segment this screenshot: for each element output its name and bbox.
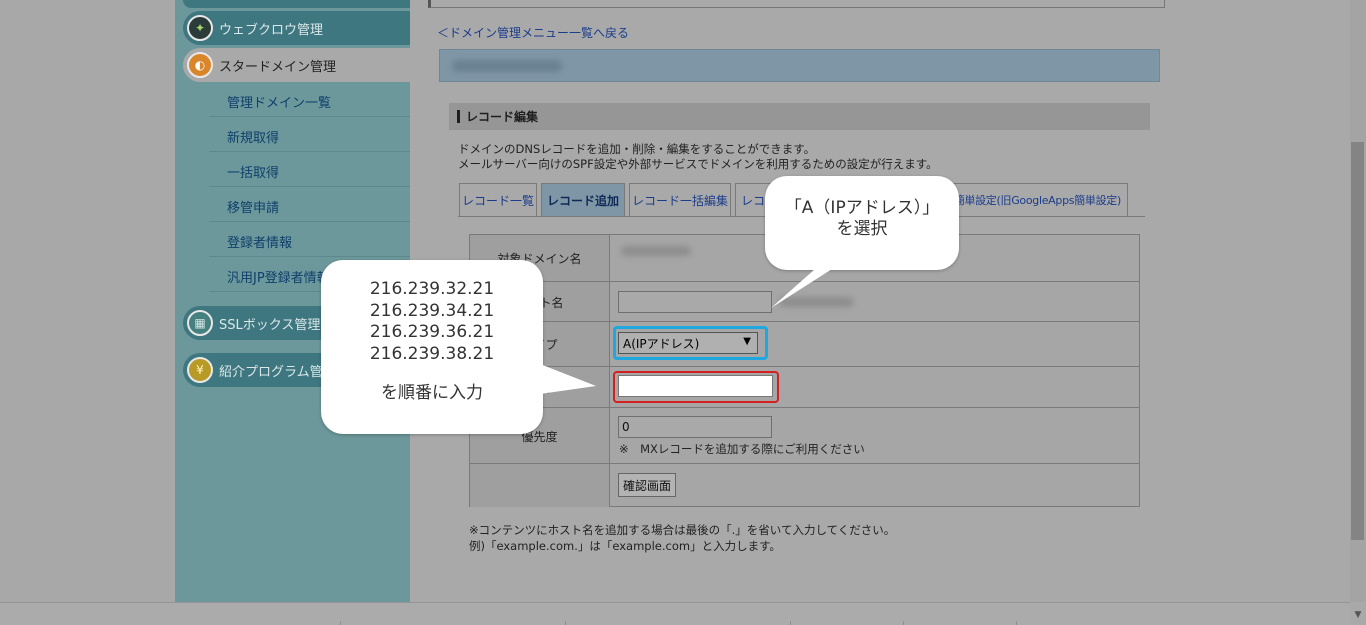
callout-a-tail <box>771 262 843 308</box>
bottom-divider <box>565 621 566 625</box>
tab-easy-setup[interactable]: e簡単設定(旧GoogleApps簡単設定) <box>940 183 1128 217</box>
confirm-cell: 確認画面 <box>611 464 1139 506</box>
tab-record-bulk-edit[interactable]: レコード一括編集 <box>629 183 731 217</box>
sidebar-item-label: 一括取得 <box>227 166 280 181</box>
footer-note-line: 例)「example.com.」は「example.com」と入力します。 <box>469 539 781 553</box>
callout-select-a: 「A（IPアドレス）」 を選択 <box>765 176 959 270</box>
footer-note-line: ※コンテンツにホスト名を追加する場合は最後の「.」を省いて入力してください。 <box>469 523 896 537</box>
priority-cell: 0 ※ MXレコードを追加する際にご利用ください <box>611 408 1139 463</box>
bottom-divider <box>340 621 341 625</box>
domain-name-bar <box>439 49 1160 82</box>
content-cell <box>611 367 1139 407</box>
scroll-down-arrow-icon[interactable]: ▼ <box>1350 607 1366 623</box>
bottom-divider <box>1016 621 1017 625</box>
bottom-divider <box>790 621 791 625</box>
tab-record-add[interactable]: レコード追加 <box>541 183 625 217</box>
tab-label: レコ <box>741 193 766 208</box>
priority-note: ※ MXレコードを追加する際にご利用ください <box>619 442 865 456</box>
type-select[interactable]: A(IPアドレス) ▼ <box>618 332 758 354</box>
sidebar-section-label: スタードメイン管理 <box>219 59 337 75</box>
description-line: メールサーバー向けのSPF設定や外部サービスでドメインを利用するための設定が行え… <box>458 157 938 171</box>
sidebar-item-bulk[interactable]: 一括取得 <box>209 157 410 187</box>
blurred-domain-value <box>621 246 691 256</box>
sidebar-section-label: SSLボックス管理 <box>219 317 321 333</box>
description-line: ドメインのDNSレコードを追加・削除・編集をすることができます。 <box>458 142 816 156</box>
sidebar-item-label: 管理ドメイン一覧 <box>227 96 332 111</box>
bottom-strip <box>0 602 1350 625</box>
back-to-menu-link[interactable]: ＜ドメイン管理メニュー一覧へ戻る <box>437 24 629 41</box>
scrollbar-thumb[interactable] <box>1351 142 1364 540</box>
host-cell <box>611 282 1139 321</box>
callout-gap <box>321 365 543 383</box>
tab-label: e簡単設定(旧GoogleApps簡単設定) <box>947 194 1121 207</box>
ip-address: 216.239.38.21 <box>369 343 495 364</box>
sidebar-item-label: 移管申請 <box>227 201 280 216</box>
ip-address: 216.239.32.21 <box>369 279 495 299</box>
blurred-domain-name <box>452 60 562 72</box>
section-title: レコード編集 <box>466 110 539 124</box>
tab-record-list[interactable]: レコード一覧 <box>459 183 537 217</box>
row-priority: 優先度 0 ※ MXレコードを追加する際にご利用ください <box>470 407 1139 464</box>
ip-address: 216.239.36.21 <box>369 322 495 342</box>
callout-ip-list: 216.239.32.21 216.239.34.21 216.239.36.2… <box>321 260 543 434</box>
ip-address: 216.239.34.21 <box>369 300 495 321</box>
tab-label: レコード追加 <box>546 193 619 208</box>
sidebar-item-label: 新規取得 <box>227 131 280 146</box>
sidebar-section-stardomain[interactable]: ◐ スタードメイン管理 <box>183 48 410 82</box>
section-header: レコード編集 <box>449 103 1150 130</box>
sidebar-section-webcrow[interactable]: ✦ ウェブクロウ管理 <box>183 11 410 45</box>
callout-b-tail <box>540 364 596 394</box>
sidebar-section-label: 紹介プログラム管理 <box>219 364 336 380</box>
sidebar-item-label: 汎用JP登録者情報 <box>227 271 330 286</box>
sidebar-item-domain-list[interactable]: 管理ドメイン一覧 <box>209 87 410 117</box>
content-input[interactable] <box>618 375 773 397</box>
sidebar-section-label: ウェブクロウ管理 <box>219 22 324 38</box>
sidebar-top-stub <box>183 0 410 8</box>
callout-instruction: を順番に入力 <box>381 383 483 403</box>
bottom-divider <box>903 621 904 625</box>
host-input[interactable] <box>618 291 772 313</box>
sidebar-item-transfer[interactable]: 移管申請 <box>209 192 410 222</box>
dropdown-arrow-icon: ▼ <box>743 336 751 347</box>
callout-line: 「A（IPアドレス）」 <box>784 198 940 218</box>
sidebar-item-label: 登録者情報 <box>227 236 293 251</box>
row-confirm: 確認画面 <box>470 463 1139 507</box>
sidebar-item-registrant[interactable]: 登録者情報 <box>209 227 410 257</box>
star-domain-icon: ◐ <box>187 52 213 78</box>
type-cell: A(IPアドレス) ▼ <box>611 322 1139 366</box>
tab-label: レコード一括編集 <box>631 193 728 208</box>
callout-line: を選択 <box>836 219 888 239</box>
top-frame <box>428 0 1165 8</box>
sidebar-item-new[interactable]: 新規取得 <box>209 122 410 152</box>
tab-label: レコード一覧 <box>461 193 534 208</box>
confirm-button[interactable]: 確認画面 <box>618 473 677 497</box>
ssl-box-icon: ▦ <box>187 310 213 336</box>
priority-input[interactable]: 0 <box>618 416 772 438</box>
crow-icon: ✦ <box>187 15 213 41</box>
section-description: ドメインのDNSレコードを追加・削除・編集をすることができます。 メールサーバー… <box>458 142 938 172</box>
yen-icon: ¥ <box>187 357 213 383</box>
confirm-label-cell <box>470 464 610 507</box>
type-select-value: A(IPアドレス) <box>623 336 700 351</box>
section-header-bar <box>457 110 460 123</box>
footer-note: ※コンテンツにホスト名を追加する場合は最後の「.」を省いて入力してください。 例… <box>469 522 895 554</box>
